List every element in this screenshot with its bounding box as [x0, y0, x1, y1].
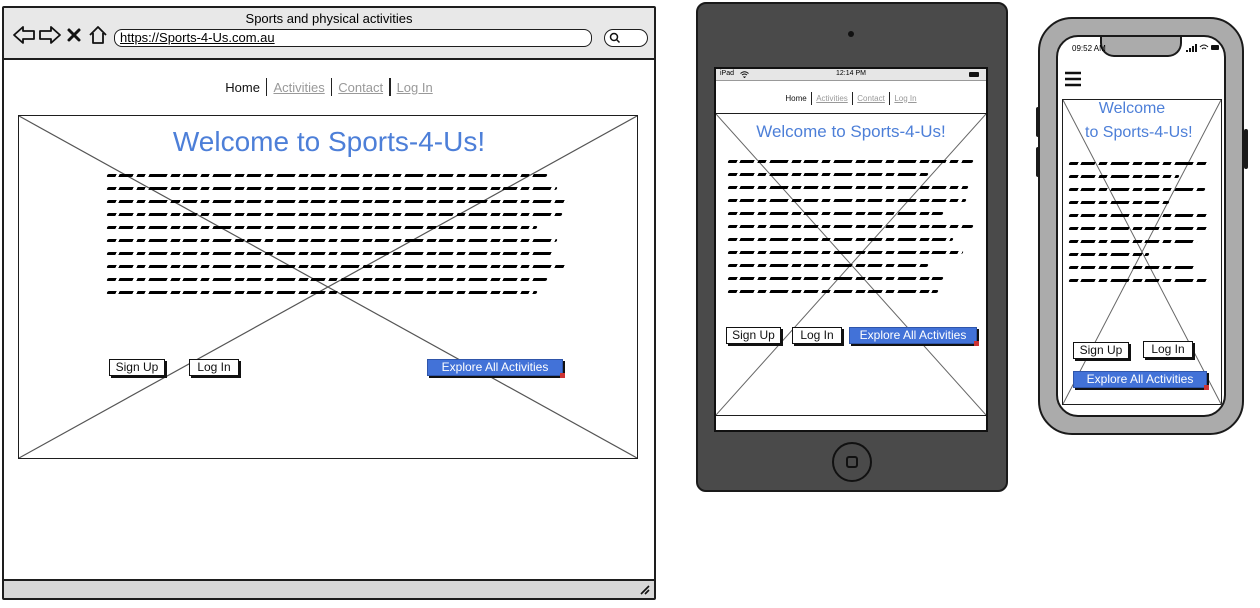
phone-screen: 09:52 AM Welcome to Sports-4-Us! Sign Up…	[1056, 35, 1226, 417]
desktop-nav: Home Activities Contact Log In	[4, 76, 654, 98]
log-in-button[interactable]: Log In	[1143, 341, 1193, 358]
nav-divider	[389, 78, 391, 96]
hero-title-line2: to Sports-4-Us!	[1085, 124, 1193, 141]
nav-login[interactable]: Log In	[397, 80, 433, 95]
url-bar[interactable]: https://Sports-4-Us.com.au	[114, 29, 592, 47]
nav-activities[interactable]: Activities	[273, 80, 324, 95]
hamburger-menu-icon[interactable]	[1064, 71, 1082, 87]
battery-icon	[969, 72, 979, 77]
hero-image-placeholder: Welcome to Sports-4-Us! Sign Up Log In E…	[716, 113, 986, 416]
explore-activities-button[interactable]: Explore All Activities	[1073, 371, 1209, 390]
button-corner-marker	[560, 373, 565, 378]
explore-activities-button[interactable]: Explore All Activities	[427, 359, 565, 378]
sign-up-button[interactable]: Sign Up	[726, 327, 781, 344]
phone-mockup: 09:52 AM Welcome to Sports-4-Us! Sign Up…	[1036, 17, 1248, 435]
tablet-status-bar: iPad 12:14 PM	[716, 69, 986, 81]
explore-activities-label: Explore All Activities	[859, 328, 967, 342]
nav-home[interactable]: Home	[785, 94, 806, 103]
hero-image-placeholder: Welcome to Sports-4-Us! Sign Up Log In E…	[18, 115, 638, 459]
nav-contact[interactable]: Contact	[857, 94, 885, 103]
explore-activities-label: Explore All Activities	[441, 360, 549, 374]
power-key	[1244, 129, 1248, 169]
tablet-nav: Home Activities Contact Log In	[716, 90, 986, 106]
forward-arrow-icon[interactable]	[38, 24, 62, 46]
status-time: 09:52 AM	[1072, 44, 1106, 53]
home-button-icon	[846, 456, 858, 468]
nav-divider	[810, 91, 813, 105]
nav-divider	[851, 91, 854, 105]
nav-home[interactable]: Home	[225, 80, 260, 95]
placeholder-text-block	[106, 174, 568, 314]
signal-wifi-battery-icons	[1186, 44, 1219, 52]
nav-contact[interactable]: Contact	[338, 80, 383, 95]
button-corner-marker	[974, 341, 979, 346]
placeholder-text-block	[727, 160, 978, 310]
nav-activities[interactable]: Activities	[816, 94, 848, 103]
home-button[interactable]	[832, 442, 872, 482]
hero-title: Welcome to Sports-4-Us!	[756, 122, 946, 141]
placeholder-text-block	[1068, 162, 1219, 312]
hero-image-placeholder: Welcome to Sports-4-Us! Sign Up Log In E…	[1062, 99, 1222, 405]
browser-toolbar: Sports and physical activities https://S…	[4, 8, 654, 60]
nav-login[interactable]: Log In	[894, 94, 916, 103]
tablet-mockup: iPad 12:14 PM Home Activities Contact Lo…	[696, 2, 1008, 492]
volume-down-key	[1036, 147, 1040, 177]
sign-up-button[interactable]: Sign Up	[1073, 342, 1129, 359]
hero-title: Welcome to Sports-4-Us!	[172, 126, 486, 157]
resize-grip-icon[interactable]	[638, 583, 650, 595]
nav-divider	[330, 78, 333, 96]
log-in-button[interactable]: Log In	[792, 327, 842, 344]
log-in-button[interactable]: Log In	[189, 359, 239, 376]
browser-status-bar	[4, 579, 654, 598]
nav-divider	[888, 91, 891, 105]
camera-icon	[848, 31, 854, 37]
status-time: 12:14 PM	[836, 70, 866, 77]
tablet-screen: iPad 12:14 PM Home Activities Contact Lo…	[714, 67, 988, 432]
nav-divider	[265, 78, 268, 96]
explore-activities-button[interactable]: Explore All Activities	[849, 327, 979, 346]
back-arrow-icon[interactable]	[12, 24, 36, 46]
hero-title-line1: Welcome	[1098, 100, 1166, 117]
home-icon[interactable]	[88, 24, 108, 46]
button-corner-marker	[1204, 385, 1209, 390]
volume-up-key	[1036, 107, 1040, 137]
search-field[interactable]	[604, 29, 648, 47]
phone-notch	[1100, 37, 1182, 57]
desktop-browser-mockup: Sports and physical activities https://S…	[2, 6, 656, 600]
explore-activities-label: Explore All Activities	[1086, 372, 1194, 386]
close-icon[interactable]	[66, 24, 82, 46]
search-icon	[609, 32, 621, 44]
sign-up-button[interactable]: Sign Up	[109, 359, 165, 376]
